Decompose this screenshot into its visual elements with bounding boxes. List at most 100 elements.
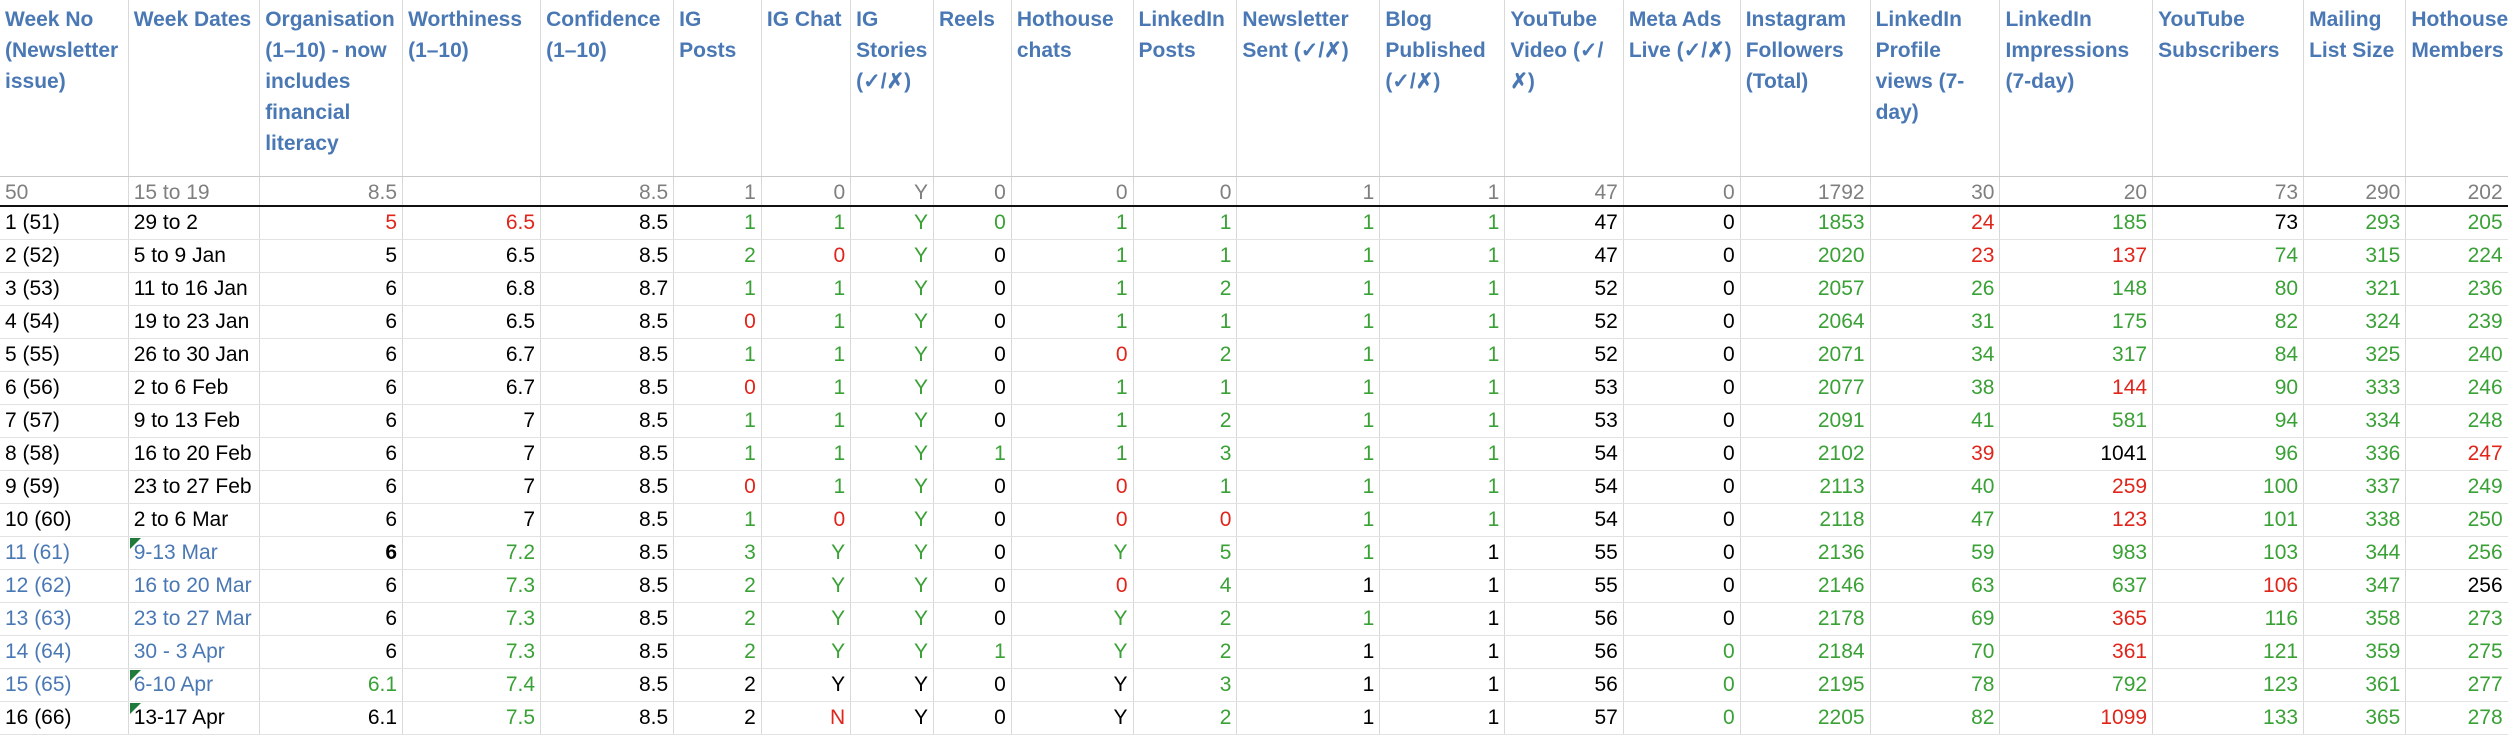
- table-cell[interactable]: 123: [2152, 668, 2305, 702]
- table-cell[interactable]: 338: [2303, 503, 2407, 537]
- column-header[interactable]: Blog Published (✓/✗): [1379, 0, 1506, 177]
- table-cell[interactable]: 148: [1999, 272, 2154, 306]
- column-header[interactable]: IG Chat: [761, 0, 852, 177]
- table-cell[interactable]: 1041: [1999, 437, 2154, 471]
- table-cell[interactable]: 144: [1999, 371, 2154, 405]
- table-cell[interactable]: 224: [2405, 239, 2508, 273]
- table-cell[interactable]: 2205: [1740, 701, 1871, 735]
- column-header[interactable]: LinkedIn Profile views (7-day): [1870, 0, 2001, 177]
- column-header[interactable]: IG Posts: [673, 0, 762, 177]
- table-cell[interactable]: 1: [933, 437, 1012, 471]
- table-cell[interactable]: 5 to 9 Jan: [128, 239, 261, 273]
- table-cell[interactable]: 293: [2303, 206, 2407, 240]
- table-cell[interactable]: Y: [850, 536, 934, 570]
- column-header[interactable]: IG Stories (✓/✗): [850, 0, 934, 177]
- table-cell[interactable]: 2113: [1740, 470, 1871, 504]
- table-cell[interactable]: Y: [850, 668, 934, 702]
- table-cell[interactable]: 6.5: [402, 239, 542, 273]
- table-cell[interactable]: 0: [933, 701, 1012, 735]
- column-header[interactable]: Confidence (1–10): [540, 0, 675, 177]
- table-cell[interactable]: 0: [1011, 470, 1134, 504]
- table-cell[interactable]: 3 (53): [0, 272, 129, 306]
- table-cell[interactable]: 581: [1999, 404, 2154, 438]
- table-cell[interactable]: 1: [1379, 305, 1506, 339]
- table-cell[interactable]: 84: [2152, 338, 2305, 372]
- table-cell[interactable]: 2 (52): [0, 239, 129, 273]
- table-cell[interactable]: 23 to 27 Feb: [128, 470, 261, 504]
- table-cell[interactable]: 240: [2405, 338, 2508, 372]
- table-cell[interactable]: 47: [1870, 503, 2001, 537]
- table-cell[interactable]: 0: [761, 176, 852, 207]
- table-cell[interactable]: 26 to 30 Jan: [128, 338, 261, 372]
- table-cell[interactable]: 7.5: [402, 701, 542, 735]
- table-cell[interactable]: 0: [933, 470, 1012, 504]
- table-cell[interactable]: Y: [761, 536, 852, 570]
- table-cell[interactable]: 78: [1870, 668, 2001, 702]
- table-cell[interactable]: 56: [1504, 668, 1624, 702]
- table-cell[interactable]: 5: [1133, 536, 1238, 570]
- table-cell[interactable]: Y: [850, 272, 934, 306]
- table-cell[interactable]: 1: [1379, 602, 1506, 636]
- table-cell[interactable]: 7.3: [402, 569, 542, 603]
- table-cell[interactable]: 7.2: [402, 536, 542, 570]
- table-cell[interactable]: 6: [259, 371, 404, 405]
- table-cell[interactable]: Y: [1011, 701, 1134, 735]
- table-cell[interactable]: 121: [2152, 635, 2305, 669]
- table-cell[interactable]: Y: [1011, 635, 1134, 669]
- table-cell[interactable]: 0: [1011, 569, 1134, 603]
- table-cell[interactable]: 1: [1379, 272, 1506, 306]
- table-cell[interactable]: 2020: [1740, 239, 1871, 273]
- table-cell[interactable]: 4: [1133, 569, 1238, 603]
- table-cell[interactable]: 0: [1623, 206, 1741, 240]
- table-cell[interactable]: 137: [1999, 239, 2154, 273]
- table-cell[interactable]: 347: [2303, 569, 2407, 603]
- table-cell[interactable]: 8.5: [540, 701, 675, 735]
- table-cell[interactable]: 73: [2152, 176, 2305, 207]
- table-cell[interactable]: 6: [259, 569, 404, 603]
- table-cell[interactable]: 2: [1133, 602, 1238, 636]
- table-cell[interactable]: 74: [2152, 239, 2305, 273]
- table-cell[interactable]: 6.5: [402, 206, 542, 240]
- table-cell[interactable]: 6.7: [402, 338, 542, 372]
- table-cell[interactable]: 2: [673, 602, 762, 636]
- table-cell[interactable]: 133: [2152, 701, 2305, 735]
- table-cell[interactable]: 365: [1999, 602, 2154, 636]
- table-cell[interactable]: 236: [2405, 272, 2508, 306]
- table-cell[interactable]: 0: [1011, 338, 1134, 372]
- table-cell[interactable]: 6: [259, 437, 404, 471]
- table-cell[interactable]: 1: [1379, 338, 1506, 372]
- table-cell[interactable]: 344: [2303, 536, 2407, 570]
- table-cell[interactable]: Y: [850, 701, 934, 735]
- table-cell[interactable]: 0: [1623, 371, 1741, 405]
- table-cell[interactable]: Y: [850, 503, 934, 537]
- column-header[interactable]: Instagram Followers (Total): [1740, 0, 1871, 177]
- table-cell[interactable]: 1: [1133, 206, 1238, 240]
- column-header[interactable]: Meta Ads Live (✓/✗): [1623, 0, 1741, 177]
- table-cell[interactable]: 259: [1999, 470, 2154, 504]
- table-cell[interactable]: 0: [673, 371, 762, 405]
- table-cell[interactable]: 6: [259, 272, 404, 306]
- table-cell[interactable]: 15 to 19: [128, 176, 261, 207]
- table-cell[interactable]: Y: [850, 305, 934, 339]
- table-cell[interactable]: 1: [761, 371, 852, 405]
- table-cell[interactable]: 55: [1504, 569, 1624, 603]
- table-cell[interactable]: 2195: [1740, 668, 1871, 702]
- table-cell[interactable]: 1: [761, 437, 852, 471]
- table-cell[interactable]: 3: [673, 536, 762, 570]
- table-cell[interactable]: 0: [1133, 503, 1238, 537]
- table-cell[interactable]: 73: [2152, 206, 2305, 240]
- table-cell[interactable]: 256: [2405, 536, 2508, 570]
- table-cell[interactable]: 54: [1504, 503, 1624, 537]
- table-cell[interactable]: 11 (61): [0, 536, 129, 570]
- table-cell[interactable]: 59: [1870, 536, 2001, 570]
- table-cell[interactable]: 0: [1623, 536, 1741, 570]
- table-cell[interactable]: 2 to 6 Mar: [128, 503, 261, 537]
- column-header[interactable]: Week No (Newsletter issue): [0, 0, 129, 177]
- column-header[interactable]: Mailing List Size: [2303, 0, 2407, 177]
- table-cell[interactable]: 1: [761, 338, 852, 372]
- table-cell[interactable]: 34: [1870, 338, 2001, 372]
- table-cell[interactable]: 336: [2303, 437, 2407, 471]
- table-cell[interactable]: 361: [2303, 668, 2407, 702]
- table-cell[interactable]: 1: [1236, 635, 1381, 669]
- table-cell[interactable]: 53: [1504, 371, 1624, 405]
